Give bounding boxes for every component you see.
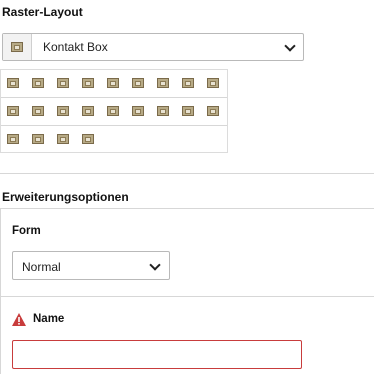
layout-option-icon[interactable] bbox=[57, 106, 69, 116]
layout-option-icon[interactable] bbox=[132, 78, 144, 88]
layout-option-icon[interactable] bbox=[157, 106, 169, 116]
section-divider bbox=[0, 173, 374, 174]
raster-layout-select[interactable]: Kontakt Box bbox=[2, 33, 304, 61]
grid-layout-icon bbox=[11, 42, 23, 52]
chevron-down-icon bbox=[149, 259, 161, 271]
layout-option-icon[interactable] bbox=[207, 78, 219, 88]
layout-option-icon[interactable] bbox=[107, 106, 119, 116]
layout-option-icon[interactable] bbox=[57, 134, 69, 144]
name-label: Name bbox=[33, 313, 65, 325]
field-divider bbox=[0, 296, 374, 297]
layout-option-icon[interactable] bbox=[57, 78, 69, 88]
grid-divider bbox=[1, 97, 227, 98]
layout-option-icon[interactable] bbox=[82, 78, 94, 88]
layout-option-icon[interactable] bbox=[207, 106, 219, 116]
layout-option-icon[interactable] bbox=[82, 106, 94, 116]
form-label: Form bbox=[12, 225, 41, 237]
form-select[interactable]: Normal bbox=[12, 251, 170, 280]
layout-option-icon[interactable] bbox=[182, 106, 194, 116]
layout-option-icon[interactable] bbox=[132, 106, 144, 116]
layout-option-icon[interactable] bbox=[7, 78, 19, 88]
chevron-down-icon bbox=[284, 40, 296, 52]
grid-divider bbox=[1, 125, 227, 126]
layout-option-icon[interactable] bbox=[107, 78, 119, 88]
form-select-value: Normal bbox=[22, 260, 61, 274]
warning-icon bbox=[12, 313, 26, 326]
name-input[interactable] bbox=[12, 340, 302, 369]
layout-option-icon[interactable] bbox=[32, 134, 44, 144]
raster-layout-icon-grid bbox=[0, 69, 228, 153]
layout-option-icon[interactable] bbox=[82, 134, 94, 144]
extensions-heading: Erweiterungsoptionen bbox=[2, 190, 129, 204]
raster-layout-select-value: Kontakt Box bbox=[43, 40, 108, 54]
layout-option-icon[interactable] bbox=[157, 78, 169, 88]
layout-option-icon[interactable] bbox=[182, 78, 194, 88]
layout-option-icon[interactable] bbox=[32, 106, 44, 116]
raster-layout-heading: Raster-Layout bbox=[2, 5, 83, 19]
layout-option-icon[interactable] bbox=[7, 106, 19, 116]
layout-option-icon[interactable] bbox=[7, 134, 19, 144]
raster-layout-select-icon-wrap bbox=[3, 34, 32, 60]
layout-option-icon[interactable] bbox=[32, 78, 44, 88]
